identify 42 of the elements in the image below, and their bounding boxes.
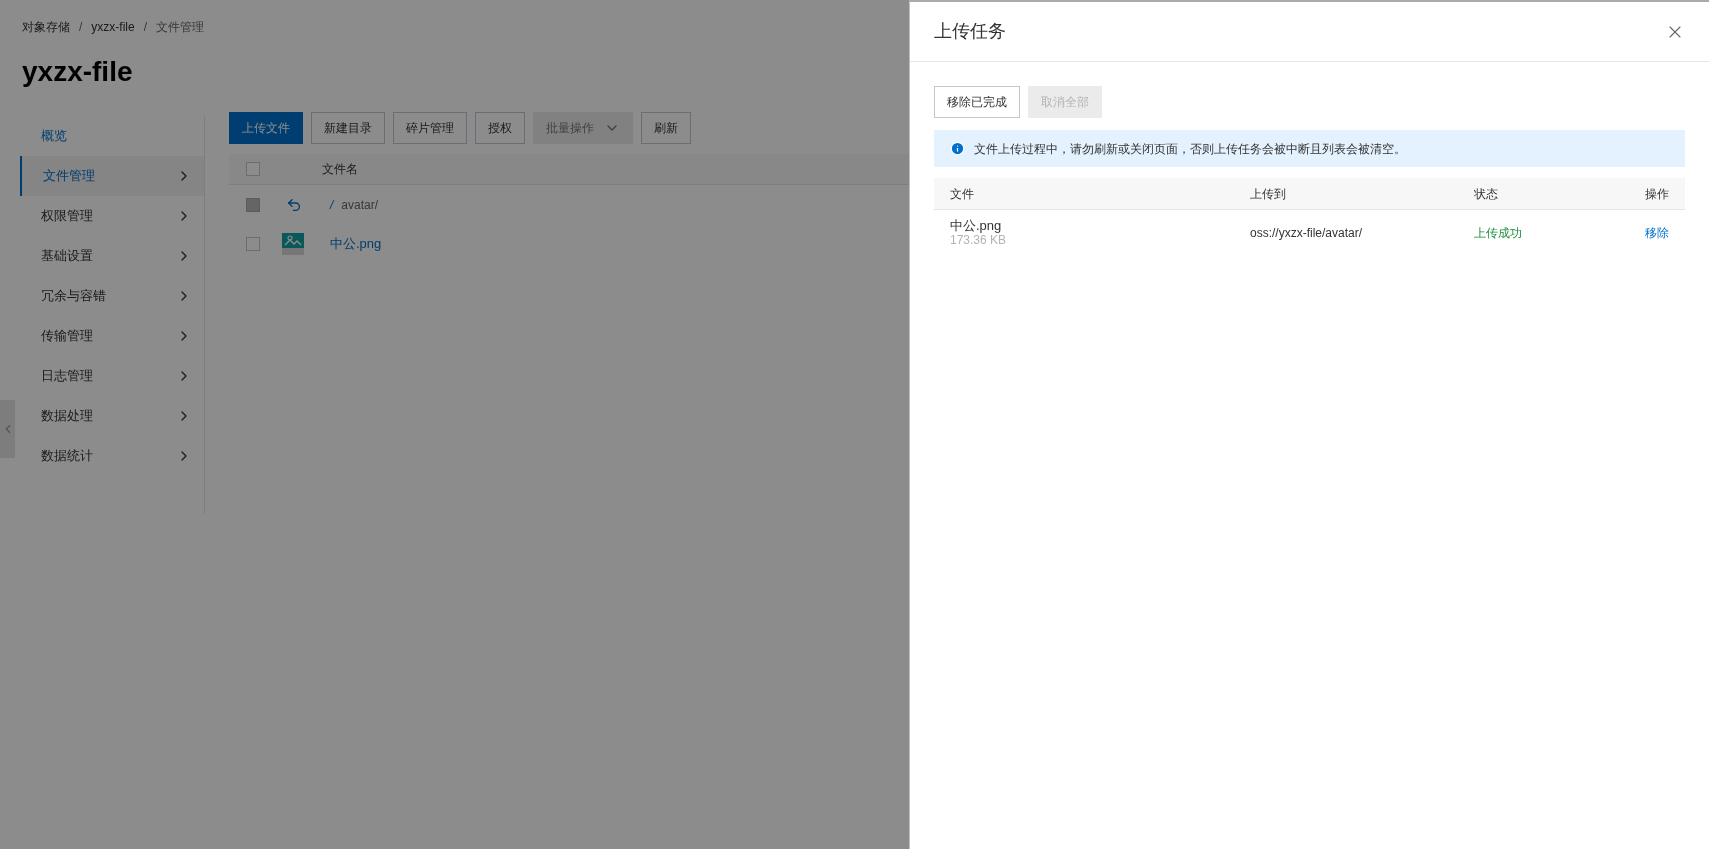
breadcrumb-item: 文件管理 [156, 19, 205, 36]
notice-text: 文件上传过程中，请勿刷新或关闭页面，否则上传任务会被中断且列表会被清空。 [974, 140, 1406, 158]
sidebar-item[interactable]: 概览 [20, 116, 204, 156]
checkbox[interactable] [246, 236, 260, 251]
sidebar-item[interactable]: 数据处理 [20, 396, 204, 436]
column-header: 上传到 [1250, 185, 1287, 203]
sidebar-item[interactable]: 数据统计 [20, 436, 204, 476]
column-header: 文件 [950, 185, 975, 203]
breadcrumb-item[interactable]: yxzx-file [91, 18, 135, 36]
breadcrumb-separator: / [79, 19, 83, 36]
breadcrumb-item[interactable]: 对象存储 [22, 18, 70, 36]
toolbar-button[interactable]: 新建目录 [311, 112, 385, 144]
file-name: 中公.png [950, 219, 1003, 233]
toolbar-button[interactable]: 上传文件 [229, 112, 303, 144]
info-icon [950, 141, 965, 156]
sidebar-item[interactable]: 文件管理 [20, 156, 204, 196]
image-file-icon [282, 232, 304, 255]
toolbar-button[interactable]: 刷新 [641, 112, 691, 144]
back-arrow-icon[interactable] [286, 196, 302, 213]
toolbar-button[interactable]: 碎片管理 [393, 112, 467, 144]
drawer-title: 上传任务 [934, 20, 1006, 43]
sidebar-item[interactable]: 日志管理 [20, 356, 204, 396]
sidebar-item[interactable]: 冗余与容错 [20, 276, 204, 316]
file-size: 173.36 KB [950, 233, 1008, 247]
action-button[interactable]: 移除已完成 [934, 86, 1020, 118]
column-header: 文件名 [322, 161, 358, 178]
remove-link[interactable]: 移除 [1609, 224, 1669, 242]
status-text: 上传成功 [1474, 225, 1523, 242]
sidebar-item[interactable]: 传输管理 [20, 316, 204, 356]
column-header: 操作 [1644, 185, 1669, 203]
page-title: yxzx-file [22, 58, 134, 86]
folder-name: avatar/ [341, 196, 379, 214]
breadcrumb-separator: / [143, 19, 148, 36]
file-link[interactable]: 中公.png [330, 233, 382, 254]
path-slash: / [330, 196, 334, 214]
destination-path: oss://yxzx-file/avatar/ [1250, 225, 1364, 242]
toolbar-button[interactable]: 授权 [475, 112, 525, 144]
sidebar-item[interactable]: 基础设置 [20, 236, 204, 276]
column-header: 状态 [1474, 185, 1499, 203]
sidebar-item[interactable]: 权限管理 [20, 196, 204, 236]
checkbox[interactable] [246, 162, 260, 176]
collapse-handle[interactable] [0, 400, 15, 458]
